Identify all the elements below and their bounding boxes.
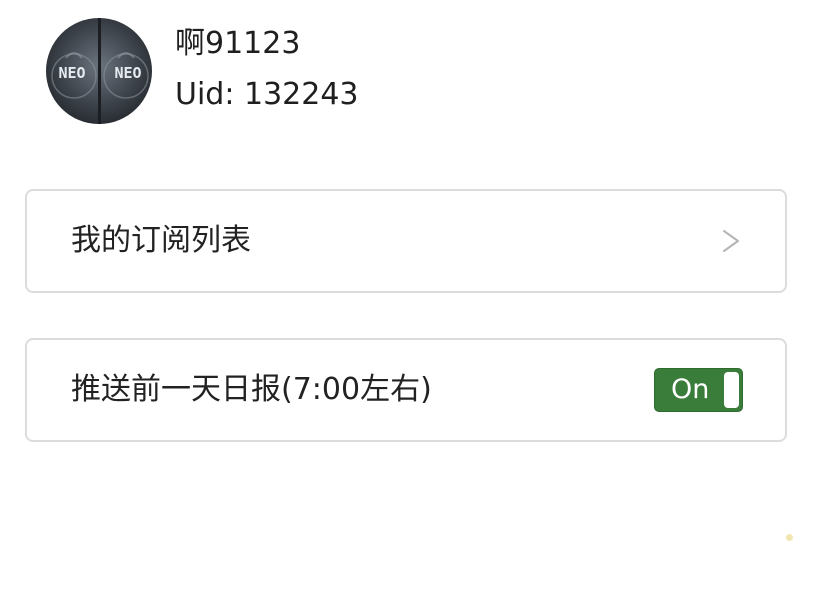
daily-push-label: 推送前一天日报(7:00左右) bbox=[71, 372, 432, 407]
avatar[interactable]: NEO NEO bbox=[46, 18, 152, 124]
user-profile: NEO NEO 啊91123 Uid: 132243 bbox=[46, 18, 359, 126]
avatar-image: NEO NEO bbox=[46, 18, 152, 124]
toggle-knob bbox=[724, 372, 739, 408]
daily-push-setting: 推送前一天日报(7:00左右) On bbox=[25, 338, 787, 442]
avatar-text-right: NEO bbox=[114, 64, 141, 82]
toggle-state-label: On bbox=[671, 374, 710, 405]
subscriptions-label: 我的订阅列表 bbox=[71, 223, 251, 258]
user-uid: Uid: 132243 bbox=[175, 77, 359, 112]
decorative-dot bbox=[786, 534, 793, 541]
avatar-text-left: NEO bbox=[58, 64, 85, 82]
profile-info: 啊91123 Uid: 132243 bbox=[175, 18, 359, 115]
subscriptions-menu-item[interactable]: 我的订阅列表 bbox=[25, 189, 787, 293]
daily-push-toggle[interactable]: On bbox=[654, 368, 743, 412]
username: 啊91123 bbox=[175, 26, 301, 61]
chevron-right-icon bbox=[719, 226, 743, 256]
